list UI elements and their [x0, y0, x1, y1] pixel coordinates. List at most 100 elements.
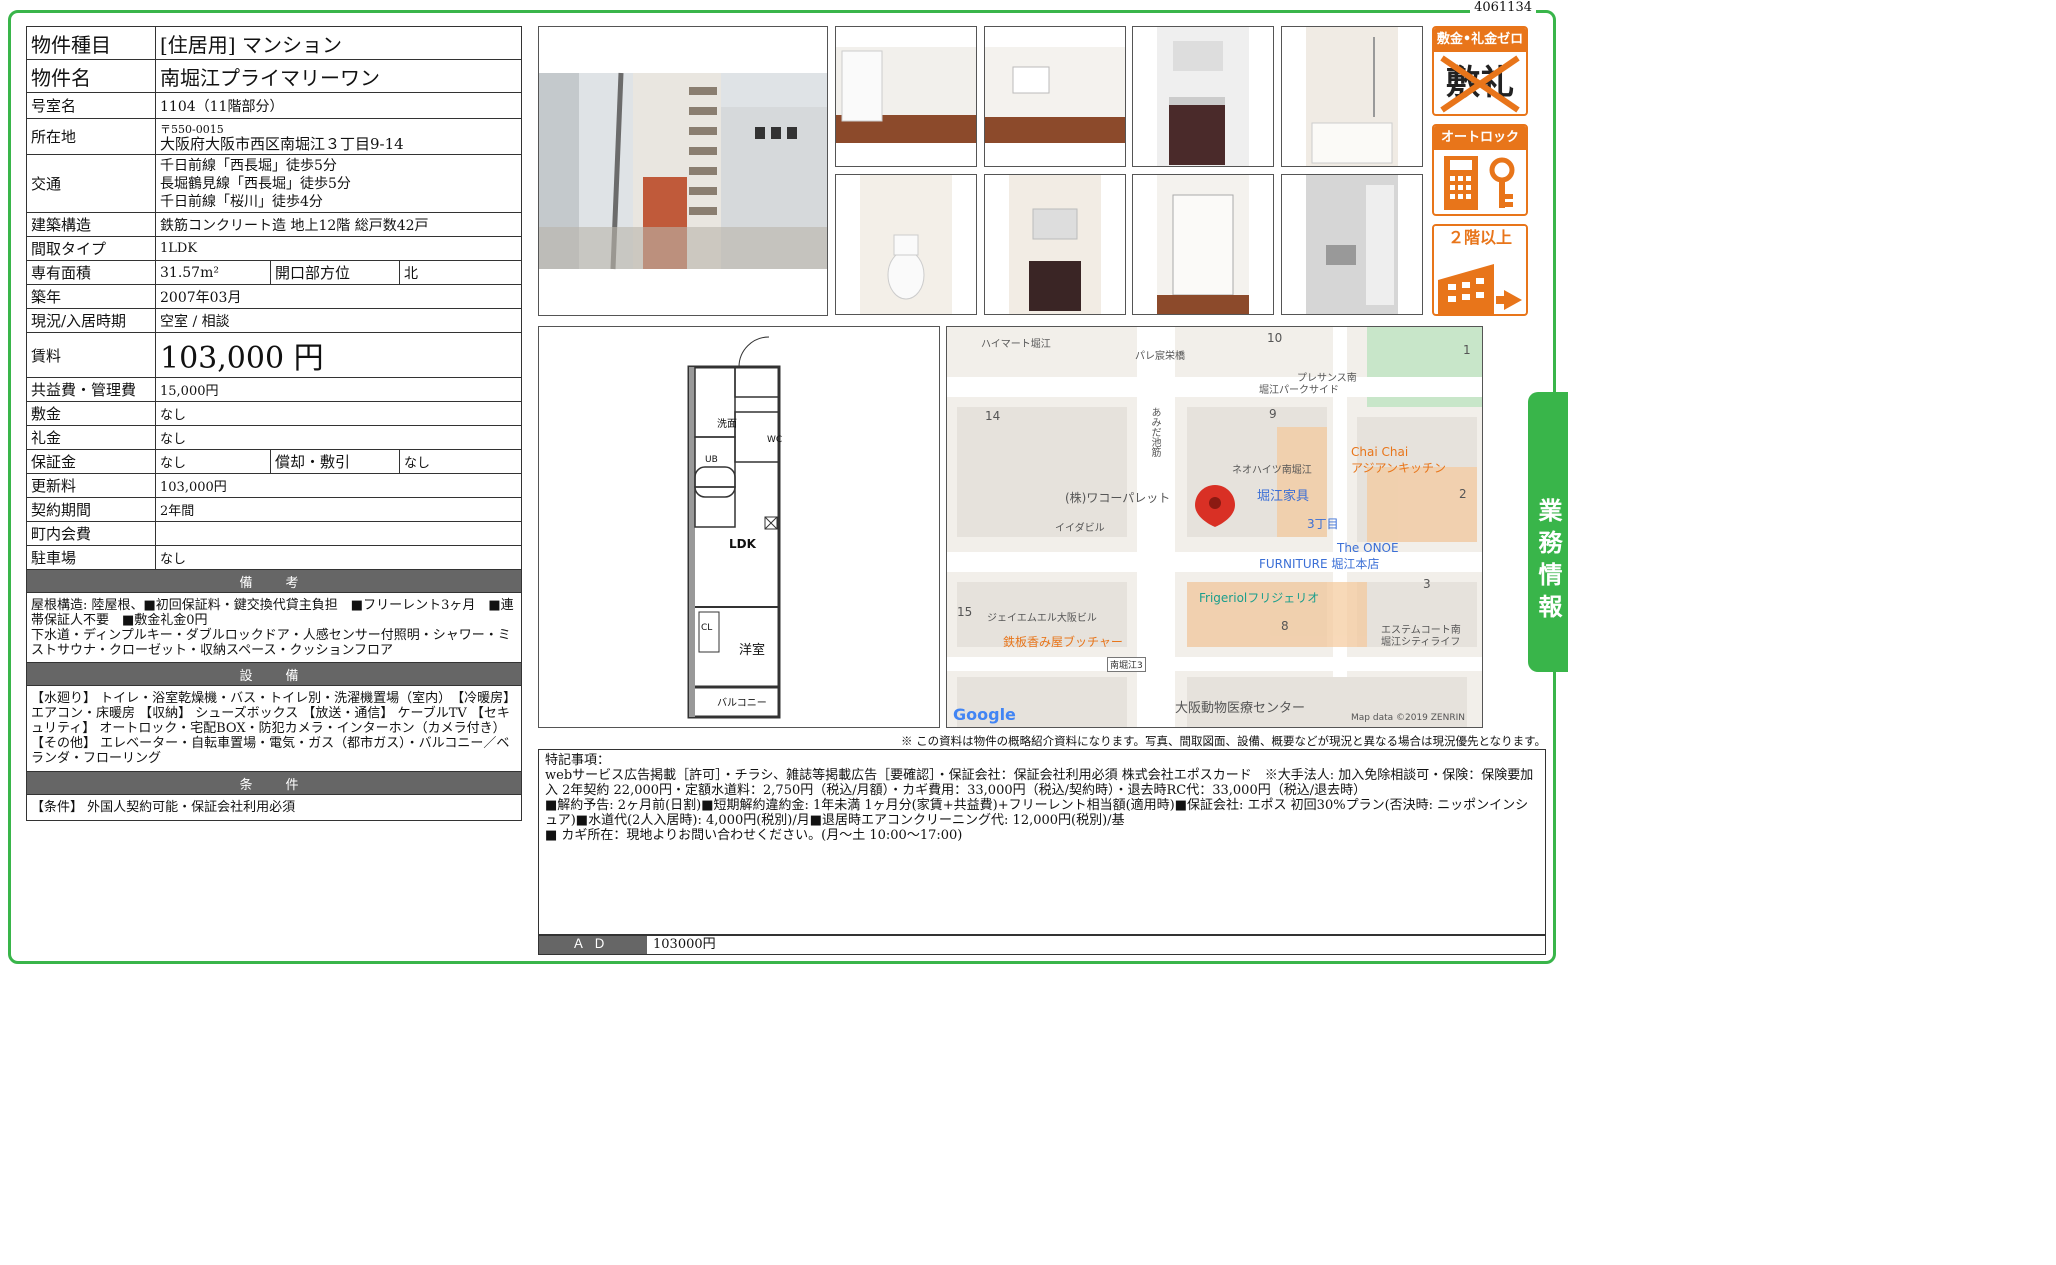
name-value: 南堀江プライマリーワン [155, 59, 522, 93]
room-image [985, 27, 1125, 166]
renewal-value: 103,000円 [155, 473, 522, 498]
property-info-table: 物件種目 [住居用] マンション 物件名 南堀江プライマリーワン 号室名 1104（1… [26, 26, 522, 821]
map-label: 堀江家具 [1257, 489, 1310, 504]
map-label: ネオハイツ南堀江 [1232, 465, 1312, 476]
room-label: 号室名 [26, 92, 156, 119]
name-label: 物件名 [26, 59, 156, 93]
special-notes: 特記事項： webサービス広告掲載［許可］・チラシ、雑誌等掲載広告［要確認］・保… [538, 749, 1546, 935]
map-label: (株)ワコーパレット [1065, 491, 1171, 505]
western-room-label: 洋室 [739, 643, 766, 658]
badge-autolock-title: オートロック [1434, 126, 1526, 150]
guarantee-value: なし [155, 449, 271, 474]
disclaimer-note: ※ この資料は物件の概略紹介資料になります。写真、間取図面、設備、概要などが現況… [900, 734, 1546, 748]
map-label: あみだ池筋 [1149, 407, 1160, 457]
address-label: 所在地 [26, 118, 156, 155]
renewal-label: 更新料 [26, 473, 156, 498]
wash-label: 洗面 [717, 419, 737, 430]
fee-label: 共益費・管理費 [26, 377, 156, 402]
interior-photo-room[interactable] [835, 26, 977, 167]
map-attribution: Map data ©2019 ZENRIN [1351, 713, 1465, 723]
balcony-image [1282, 175, 1422, 314]
google-logo: Google [953, 705, 1016, 724]
map-label: ハイマート堀江 [981, 339, 1051, 350]
balcony-label: バルコニー [717, 698, 767, 709]
map-label: The ONOE [1337, 541, 1399, 555]
interior-photo-room2[interactable] [984, 26, 1126, 167]
map-streets [947, 327, 1482, 727]
ad-value: 103000円 [653, 937, 716, 952]
ub-label: UB [705, 455, 718, 465]
map-label: FURNITURE 堀江本店 [1259, 557, 1380, 571]
layout-value: 1LDK [155, 236, 522, 261]
special-notes-heading: 特記事項： [545, 753, 611, 768]
contract-value: 2年間 [155, 497, 522, 522]
status-value: 空室 / 相談 [155, 308, 522, 333]
fee-value: 15,000円 [155, 377, 522, 402]
town-fee-value [155, 521, 522, 546]
map-label: 10 [1267, 331, 1283, 345]
map-label: 鉄板香み屋ブッチャー [1003, 635, 1123, 649]
map-label: 堀江シティライフ [1381, 637, 1461, 648]
key-money-label: 礼金 [26, 425, 156, 450]
room-value: 1104（11階部分） [155, 92, 522, 119]
map-label: パレ宸栄橋 [1135, 351, 1185, 362]
map-label: 14 [985, 409, 1001, 423]
interior-photo-toilet[interactable] [835, 174, 977, 315]
map-label: 2 [1459, 487, 1467, 501]
floor-plan-drawing [539, 327, 939, 727]
rent-value: 103,000 円 [155, 332, 522, 378]
kitchen-image [1133, 27, 1273, 166]
interior-photo-washroom[interactable] [984, 174, 1126, 315]
remarks-text: 屋根構造: 陸屋根、■初回保証料・鍵交換代貸主負担 ■フリーレント3ヶ月 ■連帯… [31, 597, 514, 628]
interior-photo-closet[interactable] [1132, 174, 1274, 315]
amort-value: なし [399, 449, 522, 474]
structure-label: 建築構造 [26, 212, 156, 237]
special-notes-line: webサービス広告掲載［許可］・チラシ、雑誌等掲載広告［要確認］・保証会社：保証… [545, 768, 1534, 798]
room-image [836, 27, 976, 166]
built-label: 築年 [26, 284, 156, 309]
location-map[interactable]: ハイマート堀江 パレ宸栄橋 プレサンス南 堀江パークサイド ネオハイツ南堀江 C… [946, 326, 1483, 728]
town-fee-label: 町内会費 [26, 521, 156, 546]
parking-value: なし [155, 545, 522, 570]
interior-photo-bath[interactable] [1281, 26, 1423, 167]
guarantee-label: 保証金 [26, 449, 156, 474]
building-photo[interactable] [538, 26, 828, 316]
built-value: 2007年03月 [155, 284, 522, 309]
conditions-heading: 条 件 [26, 771, 522, 795]
toilet-image [836, 175, 976, 314]
amort-label: 償却・敷引 [270, 449, 400, 474]
type-label: 物件種目 [26, 26, 156, 60]
interior-photo-balcony[interactable] [1281, 174, 1423, 315]
rent-label: 賃料 [26, 332, 156, 378]
map-label: アジアンキッチン [1351, 461, 1447, 475]
map-label: 15 [957, 605, 973, 619]
badge-no-deposit-title: 敷金•礼金ゼロ [1434, 28, 1526, 52]
side-tab-business-info[interactable]: 業務情報 [1528, 392, 1568, 672]
map-label: 堀江パークサイド [1259, 385, 1339, 396]
area-value: 31.57m² [155, 260, 271, 285]
area-label: 専有面積 [26, 260, 156, 285]
interior-photo-kitchen[interactable] [1132, 26, 1274, 167]
status-label: 現況/入居時期 [26, 308, 156, 333]
map-label: 大阪動物医療センター [1175, 701, 1306, 716]
traffic-line: 千日前線「桜川」徒歩4分 [160, 193, 323, 210]
closet-image [1133, 175, 1273, 314]
building-image [539, 27, 827, 315]
conditions-text: 【条件】 外国人契約可能・保証会社利用必須 [26, 794, 522, 821]
direction-value: 北 [399, 260, 522, 285]
traffic-line: 長堀鶴見線「西長堀」徒歩5分 [160, 175, 351, 192]
autolock-icon [1444, 156, 1515, 210]
remarks-heading: 備 考 [26, 569, 522, 593]
special-notes-line: ■ カギ所在：現地よりお問い合わせください。(月〜土 10:00〜17:00) [545, 828, 963, 843]
badge-no-deposit: 敷金•礼金ゼロ 敷礼 [1432, 26, 1528, 116]
map-label: ジェイエムエル大阪ビル [987, 613, 1097, 624]
badge-second-floor: ２階以上 [1432, 224, 1528, 316]
structure-value: 鉄筋コンクリート造 地上12階 総戸数42戸 [155, 212, 522, 237]
closet-label: CL [701, 623, 713, 633]
traffic-line: 千日前線「西長堀」徒歩5分 [160, 157, 337, 174]
map-label: 8 [1281, 619, 1289, 633]
map-label: 南堀江3 [1107, 657, 1146, 672]
floor-plan[interactable]: 洗面 UB WC LDK 洋室 CL バルコニー [538, 326, 940, 728]
badge-second-floor-title: ２階以上 [1434, 226, 1526, 250]
badge-autolock: オートロック [1432, 124, 1528, 216]
